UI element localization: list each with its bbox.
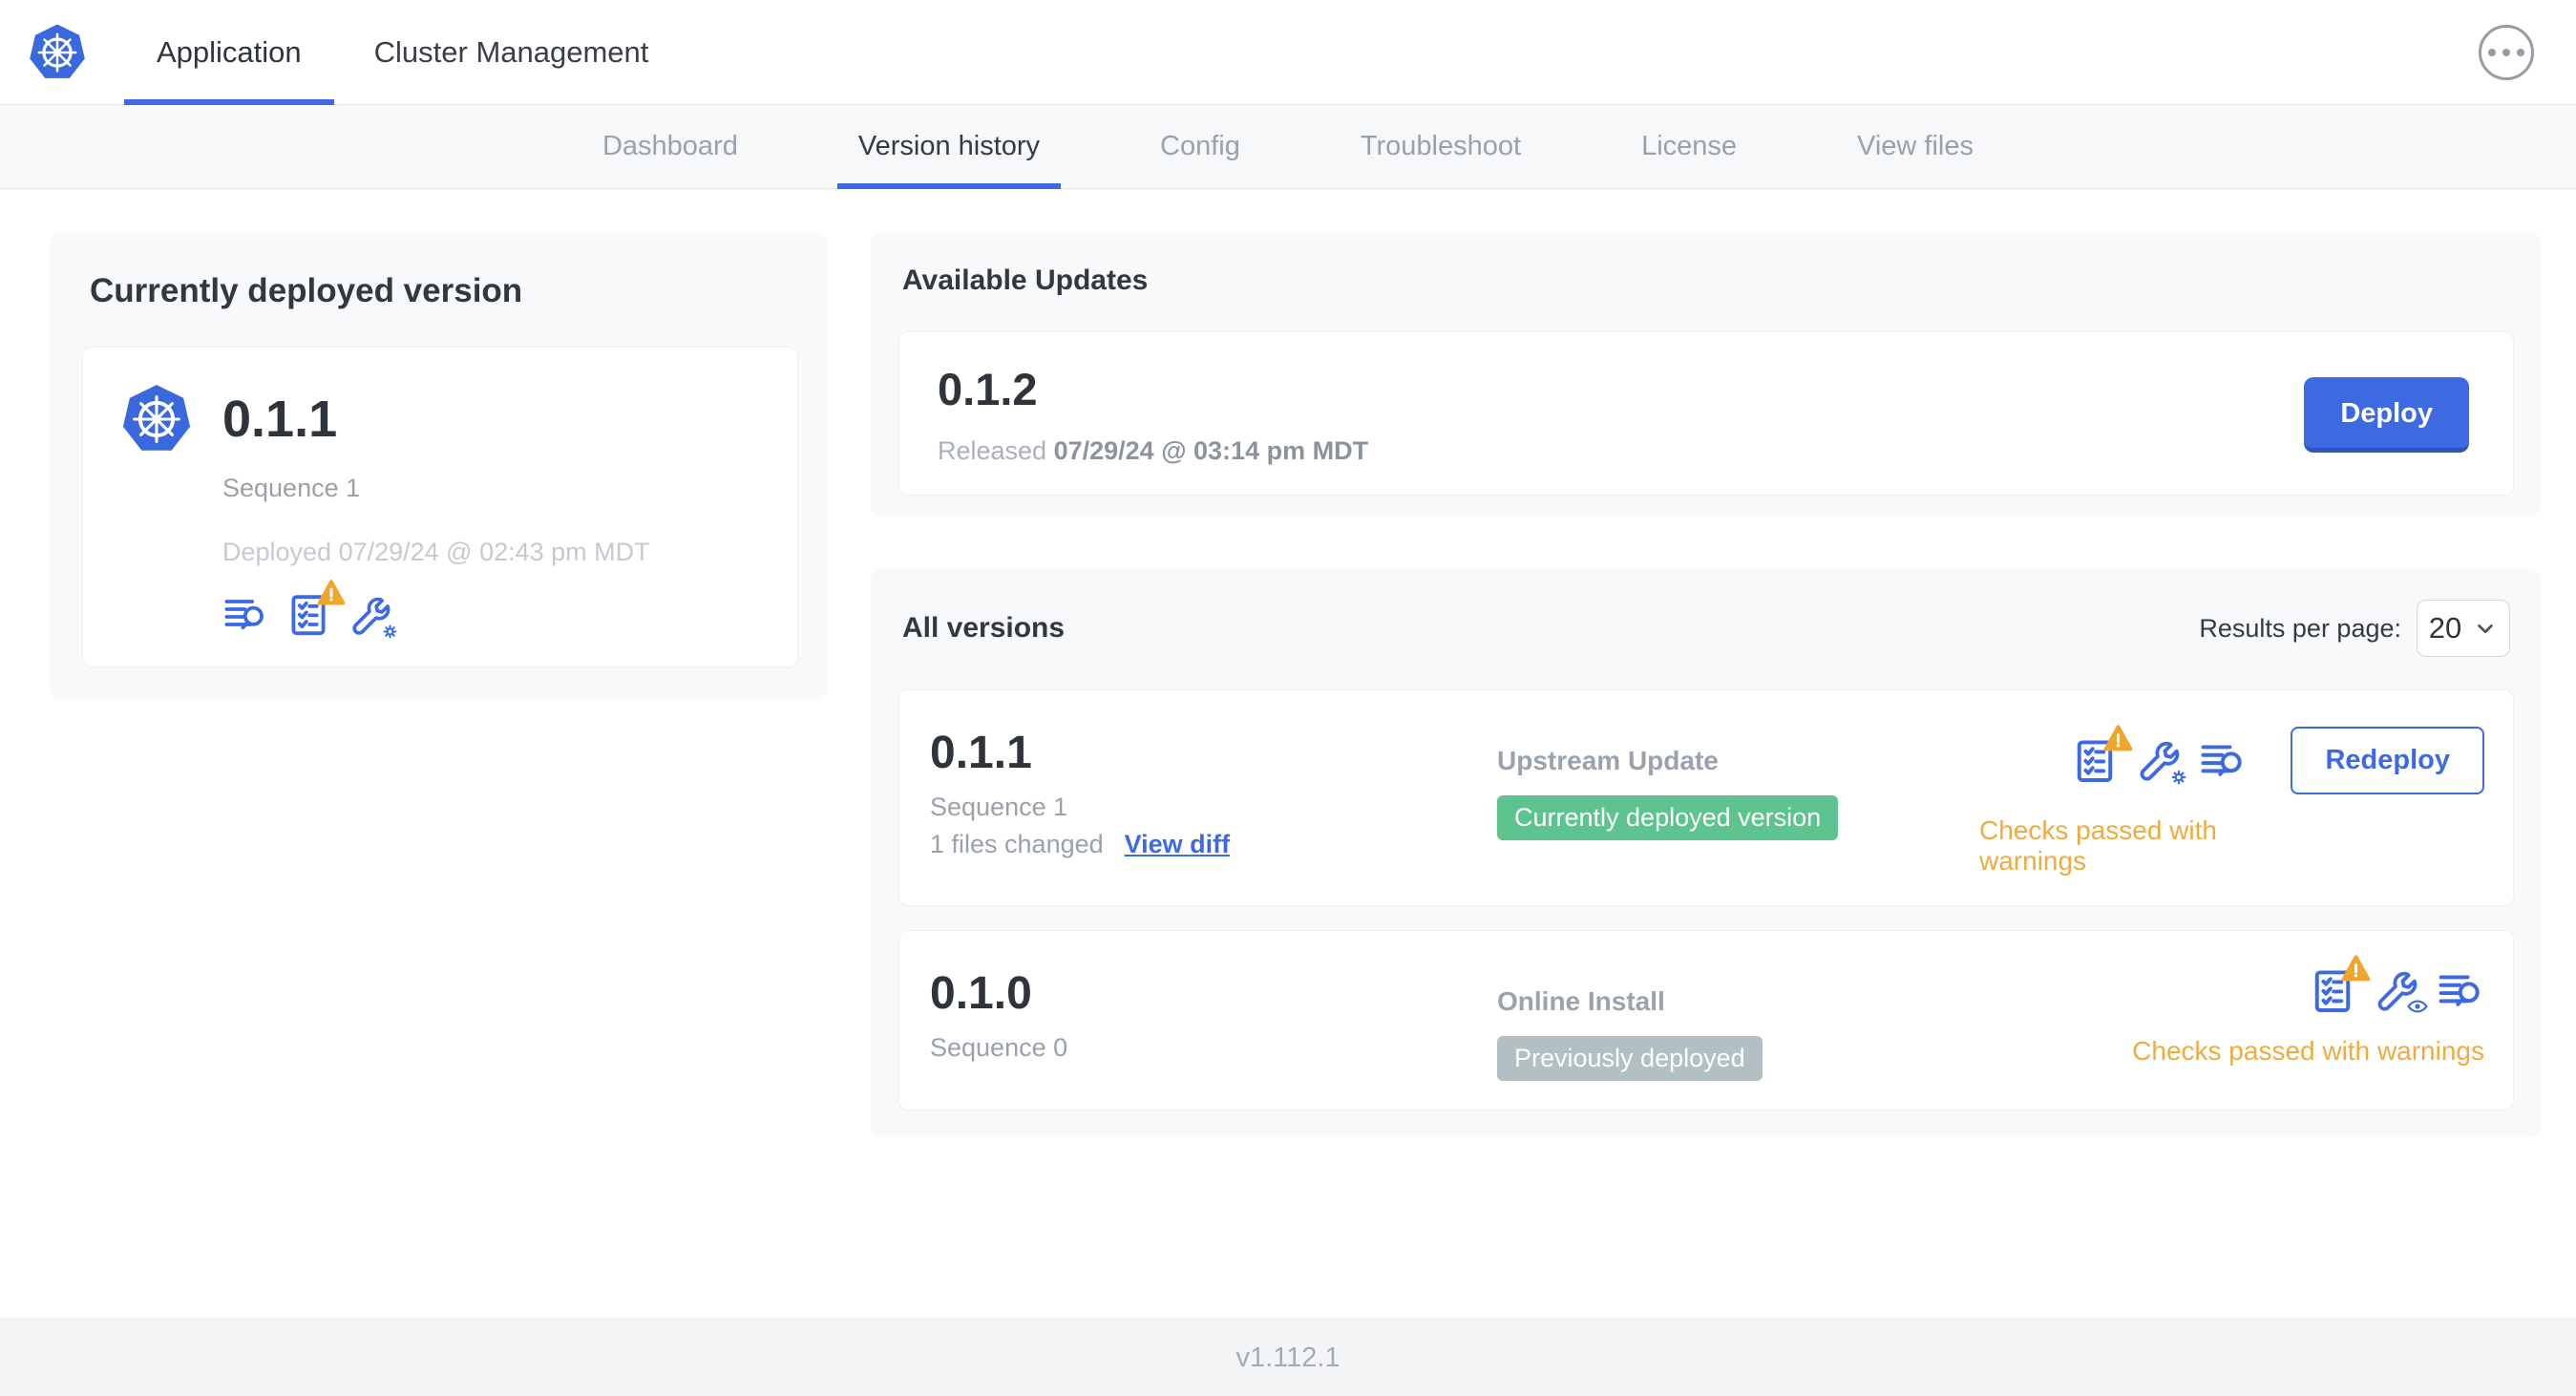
- preflight-checks-warning-icon[interactable]: [2071, 724, 2133, 785]
- currently-deployed-card: 0.1.1 Sequence 1 Deployed 07/29/24 @ 02:…: [82, 347, 798, 667]
- deployed-timestamp: Deployed 07/29/24 @ 02:43 pm MDT: [222, 538, 650, 566]
- subnav-label: License: [1641, 131, 1738, 161]
- gear-icon: [2172, 770, 2186, 784]
- all-versions-title: All versions: [902, 612, 1066, 644]
- row-source: Upstream Update: [1497, 746, 1719, 775]
- previously-deployed-badge: Previously deployed: [1497, 1036, 1763, 1081]
- diff-icon[interactable]: [222, 592, 268, 638]
- available-update-row: 0.1.2 Released 07/29/24 @ 03:14 pm MDT D…: [898, 331, 2514, 496]
- released-timestamp: 07/29/24 @ 03:14 pm MDT: [1053, 436, 1369, 465]
- results-per-page-label: Results per page:: [2199, 613, 2401, 643]
- redeploy-button[interactable]: Redeploy: [2291, 727, 2484, 794]
- kubernetes-logo-icon: [28, 22, 87, 79]
- subnav-item-version-history[interactable]: Version history: [836, 105, 1062, 189]
- console-version: v1.112.1: [1235, 1343, 1341, 1373]
- row-version-number: 0.1.1: [930, 728, 1032, 778]
- subnav-item-troubleshoot[interactable]: Troubleshoot: [1340, 105, 1542, 188]
- eye-icon: [2407, 1000, 2428, 1013]
- subnav-label: View files: [1857, 131, 1974, 161]
- edit-config-icon[interactable]: [348, 594, 397, 639]
- all-versions-panel: All versions Results per page: 20 0.1.1 …: [871, 569, 2541, 1137]
- row-files-changed: 1 files changed: [930, 830, 1104, 858]
- deployed-sequence: Sequence 1: [222, 474, 361, 502]
- warning-triangle-icon: [2341, 955, 2371, 982]
- version-row-0-1-1: 0.1.1 Sequence 1 1 files changed View di…: [898, 689, 2514, 906]
- results-per-page-select[interactable]: 20: [2417, 600, 2510, 657]
- row-sequence: Sequence 1: [930, 793, 1068, 821]
- ellipsis-dot: [2502, 48, 2510, 56]
- tab-application-label: Application: [157, 34, 302, 69]
- ellipsis-dot: [2488, 48, 2496, 56]
- released-label: Released: [938, 436, 1047, 465]
- row-sequence: Sequence 0: [930, 1033, 1068, 1062]
- preflight-status-text: Checks passed with warnings: [1979, 815, 2218, 876]
- left-column: Currently deployed version 0.1.1 Sequenc…: [50, 232, 827, 700]
- right-column: Available Updates 0.1.2 Released 07/29/2…: [871, 232, 2541, 1137]
- version-row-0-1-0: 0.1.0 Sequence 0 Online Install Previous…: [898, 930, 2514, 1110]
- currently-deployed-panel: Currently deployed version 0.1.1 Sequenc…: [50, 232, 827, 700]
- chevron-down-icon: [2478, 624, 2494, 634]
- header-spacer: [685, 0, 2479, 104]
- subnav-item-dashboard[interactable]: Dashboard: [581, 105, 759, 188]
- subnav-label: Dashboard: [602, 131, 738, 161]
- tab-application[interactable]: Application: [120, 0, 338, 105]
- top-navbar: Application Cluster Management: [0, 0, 2576, 105]
- available-updates-title: Available Updates: [902, 264, 1149, 296]
- diff-icon[interactable]: [2199, 737, 2247, 785]
- row-version-number: 0.1.0: [930, 968, 1032, 1019]
- results-per-page-value: 20: [2428, 611, 2462, 645]
- deploy-button[interactable]: Deploy: [2304, 376, 2469, 453]
- update-version-number: 0.1.2: [938, 364, 1038, 414]
- update-released-line: Released 07/29/24 @ 03:14 pm MDT: [938, 436, 1368, 466]
- preflight-checks-warning-icon[interactable]: [2309, 955, 2371, 1015]
- currently-deployed-title: Currently deployed version: [90, 272, 523, 309]
- warning-triangle-icon: [317, 580, 346, 605]
- kubernetes-app-icon: [120, 383, 193, 453]
- tab-cluster-management[interactable]: Cluster Management: [338, 0, 686, 104]
- app-footer: v1.112.1: [0, 1318, 2576, 1396]
- subnav-label: Version history: [857, 131, 1041, 161]
- preflight-checks-warning-icon[interactable]: [285, 580, 346, 638]
- available-updates-panel: Available Updates 0.1.2 Released 07/29/2…: [871, 232, 2541, 517]
- subnav-label: Config: [1160, 131, 1240, 161]
- view-diff-link[interactable]: View diff: [1125, 830, 1231, 859]
- diff-icon[interactable]: [2437, 967, 2484, 1015]
- subnav-item-license[interactable]: License: [1620, 105, 1758, 188]
- main-content: Currently deployed version 0.1.1 Sequenc…: [0, 189, 2576, 1318]
- subnav-item-view-files[interactable]: View files: [1836, 105, 1995, 188]
- subnav-item-config[interactable]: Config: [1139, 105, 1261, 188]
- edit-config-icon[interactable]: [2136, 738, 2186, 784]
- app-subnav: Dashboard Version history Config Trouble…: [0, 105, 2576, 189]
- gear-icon: [383, 624, 397, 639]
- deployed-version-number: 0.1.1: [222, 391, 338, 448]
- tab-cluster-management-label: Cluster Management: [373, 34, 649, 69]
- row-source: Online Install: [1497, 986, 1665, 1016]
- subnav-label: Troubleshoot: [1360, 131, 1522, 161]
- warning-triangle-icon: [2104, 724, 2133, 751]
- ellipsis-menu-button[interactable]: [2479, 24, 2534, 80]
- currently-deployed-badge: Currently deployed version: [1497, 795, 1839, 840]
- preflight-status-text: Checks passed with warnings: [2132, 1036, 2484, 1066]
- view-config-icon[interactable]: [2374, 968, 2428, 1014]
- app-logo: [0, 0, 120, 104]
- ellipsis-dot: [2517, 48, 2524, 56]
